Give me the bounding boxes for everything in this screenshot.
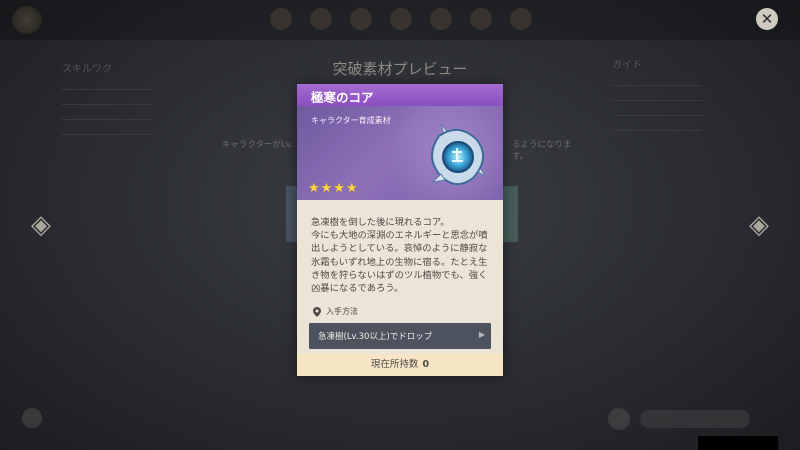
item-name: 極寒のコア: [311, 90, 374, 105]
bottom-left-icon[interactable]: [22, 408, 42, 428]
top-tab-strip: [270, 8, 532, 30]
owned-count: 0: [422, 359, 430, 370]
tab-icon[interactable]: [270, 8, 292, 30]
tab-icon[interactable]: [430, 8, 452, 30]
subtitle-left: キャラクターがLv.: [222, 140, 293, 150]
item-header: 極寒のコア: [297, 84, 503, 107]
item-detail-popup: 極寒のコア キャラクター育成素材 ★★★★ 急凍樹を倒した後に現れるコア。 今に…: [297, 84, 503, 376]
tab-icon[interactable]: [470, 8, 492, 30]
close-icon: ✕: [760, 10, 774, 28]
acquisition-source-button[interactable]: 急凍樹(Lv.30以上)でドロップ ▶: [309, 323, 491, 349]
bottom-right-icon[interactable]: [608, 408, 630, 430]
frost-core-icon: [431, 123, 486, 185]
element-emblem-icon: [12, 6, 42, 34]
left-column: スキルワク: [62, 60, 152, 149]
source-label: 急凍樹(Lv.30以上)でドロップ: [318, 332, 433, 342]
background-page-title: 突破素材プレビュー: [332, 60, 468, 78]
tab-icon[interactable]: [310, 8, 332, 30]
acquisition-row: 入手方法: [313, 306, 358, 317]
acquisition-label: 入手方法: [326, 307, 358, 316]
item-category: キャラクター育成素材: [311, 116, 391, 125]
tab-icon[interactable]: [510, 8, 532, 30]
left-column-heading: スキルワク: [62, 64, 112, 75]
chevron-right-icon: ▶: [478, 330, 485, 339]
redaction-box: [698, 436, 778, 450]
bottom-right-button[interactable]: [640, 410, 750, 428]
tab-icon[interactable]: [350, 8, 372, 30]
owned-count-bar: 現在所持数 0: [297, 354, 503, 376]
owned-label: 現在所持数: [370, 359, 419, 370]
item-banner: キャラクター育成素材 ★★★★: [297, 106, 503, 200]
previous-arrow-icon[interactable]: ◈: [28, 212, 54, 238]
close-button[interactable]: ✕: [756, 8, 778, 30]
next-arrow-icon[interactable]: ◈: [746, 212, 772, 238]
rarity-stars-icon: ★★★★: [308, 181, 359, 196]
top-bar: ✕: [0, 0, 800, 40]
right-column: ガイド: [612, 56, 702, 145]
right-column-heading: ガイド: [612, 60, 642, 71]
tab-icon[interactable]: [390, 8, 412, 30]
item-description: 急凍樹を倒した後に現れるコア。 今にも大地の深淵のエネルギーと思念が噴出しようと…: [311, 217, 488, 295]
location-pin-icon: [313, 306, 321, 317]
subtitle-right: るようになります。: [512, 140, 572, 162]
